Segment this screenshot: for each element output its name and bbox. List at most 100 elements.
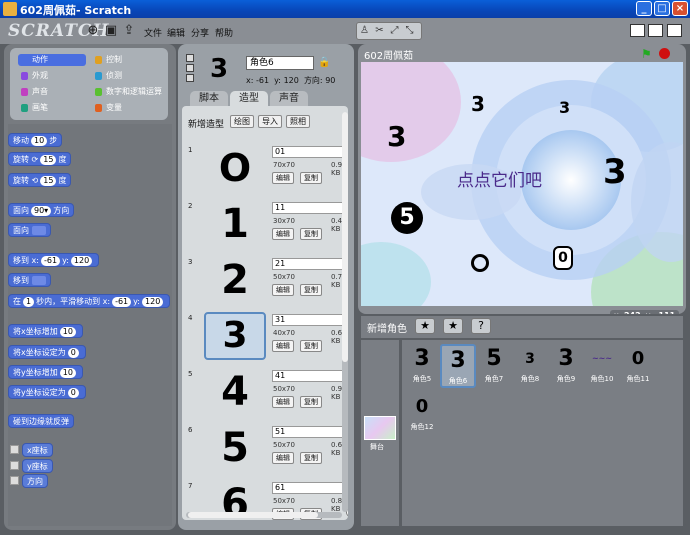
sprite-tile[interactable]: 3 角色9	[548, 344, 584, 388]
checkbox-direction[interactable]	[10, 476, 19, 485]
block-goto[interactable]: 移到	[8, 273, 51, 287]
block-set-y[interactable]: 将y坐标设定为 0	[8, 385, 86, 399]
tab-costumes[interactable]: 造型	[230, 91, 268, 107]
lock-icon[interactable]: 🔒	[318, 57, 330, 68]
sprite-tile[interactable]: 5 角色7	[476, 344, 512, 388]
paint-sprite-button[interactable]: ★	[415, 318, 435, 334]
green-flag-icon[interactable]: ⚑	[641, 47, 652, 61]
normal-stage-icon[interactable]	[648, 24, 663, 37]
sprite-tile[interactable]: 3 角色5	[404, 344, 440, 388]
tab-scripts[interactable]: 脚本	[190, 91, 228, 107]
costume-name-input[interactable]: 61	[272, 482, 346, 494]
costume-name-input[interactable]: 31	[272, 314, 346, 326]
edit-button[interactable]: 编辑	[272, 340, 294, 352]
block-turn-right[interactable]: 旋转 ⟳ 15 度	[8, 152, 72, 166]
sprite-tile[interactable]: ~~~ 角色10	[584, 344, 620, 388]
small-stage-icon[interactable]	[630, 24, 645, 37]
copy-button[interactable]: 复制	[300, 284, 322, 296]
edit-button[interactable]: 编辑	[272, 228, 294, 240]
edit-button[interactable]: 编辑	[272, 284, 294, 296]
category-looks[interactable]: 外观	[18, 70, 86, 82]
block-glide[interactable]: 在 1 秒内，平滑移动到 x: -61 y: 120	[8, 294, 171, 308]
category-pen[interactable]: 画笔	[18, 102, 86, 114]
sprite-name-input[interactable]: 角色6	[246, 56, 314, 70]
block-goto-xy[interactable]: 移到 x: -61 y: 120	[8, 253, 100, 267]
tab-sounds[interactable]: 声音	[270, 91, 308, 107]
block-bounce[interactable]: 碰到边缘就反弹	[8, 414, 74, 428]
reporter-direction[interactable]: 方向	[22, 474, 48, 488]
block-set-x[interactable]: 将x坐标设定为 0	[8, 345, 86, 359]
costume-row-selected[interactable]: 4 3 31 40x700.6 KB 编辑 复制 ×	[186, 312, 348, 368]
paint-button[interactable]: 绘图	[230, 115, 254, 128]
reporter-x-position[interactable]: x座标	[22, 443, 53, 457]
block-point-towards[interactable]: 面向	[8, 223, 51, 237]
costume-name-input[interactable]: 41	[272, 370, 346, 382]
close-button[interactable]: ×	[672, 1, 688, 16]
presentation-icon[interactable]	[667, 24, 682, 37]
category-control[interactable]: 控制	[92, 54, 160, 66]
minimize-button[interactable]: _	[636, 1, 652, 16]
stage-sprite-0[interactable]	[471, 254, 489, 272]
sprite-tile[interactable]: 0 角色11	[620, 344, 656, 388]
stamp-icon[interactable]: ♙	[357, 23, 372, 39]
save-icon[interactable]: ▣	[104, 24, 118, 38]
checkbox-x-position[interactable]	[10, 445, 19, 454]
costume-name-input[interactable]: 51	[272, 426, 346, 438]
menu-edit[interactable]: 编辑	[167, 26, 185, 39]
cut-icon[interactable]: ✂	[372, 23, 387, 39]
shrink-icon[interactable]: ⤡	[402, 23, 417, 39]
edit-button[interactable]: 编辑	[272, 452, 294, 464]
rotation-full-icon[interactable]	[186, 54, 194, 62]
costume-row[interactable]: 1 O 01 70x700.95 KB 编辑 复制 ×	[186, 144, 348, 200]
block-point-direction[interactable]: 面向 90▾ 方向	[8, 203, 75, 217]
block-change-x[interactable]: 将x坐标增加 10	[8, 324, 83, 338]
costume-name-input[interactable]: 21	[272, 258, 346, 270]
random-sprite-button[interactable]: ?	[471, 318, 491, 334]
camera-button[interactable]: 照相	[286, 115, 310, 128]
sprite-tile-selected[interactable]: 3 角色6	[440, 344, 476, 388]
costume-row[interactable]: 5 4 41 50x700.91 KB 编辑 复制 ×	[186, 368, 348, 424]
checkbox-y-position[interactable]	[10, 461, 19, 470]
menu-help[interactable]: 帮助	[215, 26, 233, 39]
costume-vertical-scrollbar[interactable]	[342, 112, 348, 512]
stage-sprite-bracket[interactable]: 3	[603, 152, 627, 192]
costume-row[interactable]: 2 1 11 30x700.44 KB 编辑 复制 ×	[186, 200, 348, 256]
menu-file[interactable]: 文件	[144, 26, 162, 39]
copy-button[interactable]: 复制	[300, 452, 322, 464]
category-sound[interactable]: 声音	[18, 86, 86, 98]
category-sensing[interactable]: 侦测	[92, 70, 160, 82]
category-motion[interactable]: 动作	[18, 54, 86, 66]
stage-sprite-3-left[interactable]: 3	[387, 120, 406, 153]
category-operators[interactable]: 数字和逻辑运算	[92, 86, 166, 98]
copy-button[interactable]: 复制	[300, 172, 322, 184]
choose-sprite-button[interactable]: ★	[443, 318, 463, 334]
copy-button[interactable]: 复制	[300, 340, 322, 352]
menu-share[interactable]: 分享	[191, 26, 209, 39]
stage-sprite-0-box[interactable]: 0	[553, 246, 573, 270]
costume-name-input[interactable]: 11	[272, 202, 346, 214]
sprite-tile[interactable]: 0 角色12	[404, 392, 440, 436]
costume-horizontal-scrollbar[interactable]	[186, 512, 342, 518]
stage-thumbnail[interactable]	[364, 416, 396, 440]
globe-icon[interactable]: ⊕	[86, 24, 100, 38]
rotation-none-icon[interactable]	[186, 74, 194, 82]
stage-sprite-small-3[interactable]: 3	[559, 98, 570, 117]
import-button[interactable]: 导入	[258, 115, 282, 128]
grow-icon[interactable]: ⤢	[387, 23, 402, 39]
reporter-y-position[interactable]: y座标	[22, 459, 53, 473]
copy-button[interactable]: 复制	[300, 228, 322, 240]
stage-sprite-5[interactable]: 5	[391, 202, 423, 234]
sprite-tile[interactable]: 3 角色8	[512, 344, 548, 388]
block-turn-left[interactable]: 旋转 ⟲ 15 度	[8, 173, 72, 187]
block-change-y[interactable]: 将y坐标增加 10	[8, 365, 83, 379]
costume-row[interactable]: 6 5 51 50x700.62 KB 编辑 复制 ×	[186, 424, 348, 480]
share-icon[interactable]: ⇪	[122, 24, 136, 38]
costume-name-input[interactable]: 01	[272, 146, 346, 158]
edit-button[interactable]: 编辑	[272, 396, 294, 408]
rotation-flip-icon[interactable]	[186, 64, 194, 72]
edit-button[interactable]: 编辑	[272, 172, 294, 184]
costume-row[interactable]: 3 2 21 50x700.79 KB 编辑 复制 ×	[186, 256, 348, 312]
copy-button[interactable]: 复制	[300, 396, 322, 408]
stop-icon[interactable]	[659, 48, 670, 59]
maximize-button[interactable]: □	[654, 1, 670, 16]
